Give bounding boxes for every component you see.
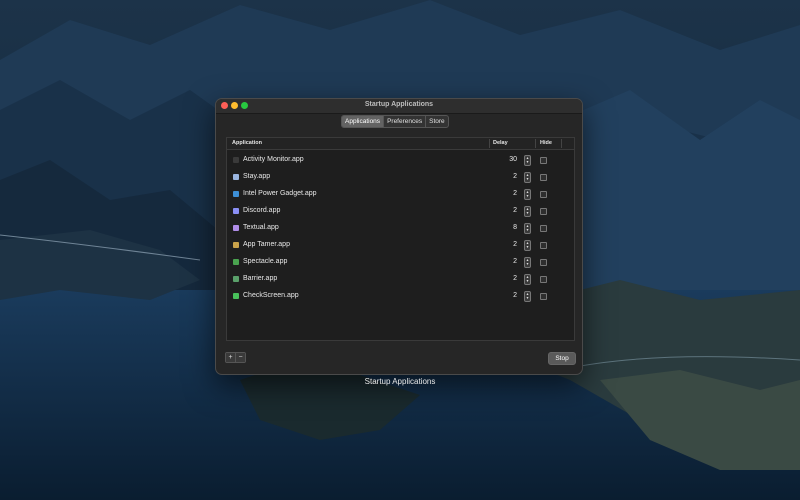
delay-stepper[interactable]: ▴ ▾ [524, 189, 531, 200]
tab-store[interactable]: Store [426, 116, 448, 127]
delay-stepper[interactable]: ▴ ▾ [524, 155, 531, 166]
app-name: Stay.app [243, 173, 271, 180]
delay-stepper[interactable]: ▴ ▾ [524, 257, 531, 268]
table-row[interactable]: Activity Monitor.app 30 ▴ ▾ [227, 153, 574, 169]
delay-value[interactable]: 2 [513, 292, 517, 299]
hide-checkbox[interactable] [540, 259, 547, 266]
table-row[interactable]: Discord.app 2 ▴ ▾ [227, 204, 574, 220]
delay-value[interactable]: 2 [513, 241, 517, 248]
column-divider [561, 139, 562, 148]
delay-value[interactable]: 2 [513, 275, 517, 282]
column-header-hide[interactable]: Hide [540, 140, 552, 146]
hide-checkbox[interactable] [540, 174, 547, 181]
app-name: Barrier.app [243, 275, 278, 282]
delay-value[interactable]: 2 [513, 190, 517, 197]
title-bar[interactable]: Startup Applications [216, 99, 582, 114]
tab-bar: Applications Preferences Store [341, 115, 449, 128]
hide-checkbox[interactable] [540, 293, 547, 300]
app-name: CheckScreen.app [243, 292, 299, 299]
hide-checkbox[interactable] [540, 276, 547, 283]
hide-checkbox[interactable] [540, 191, 547, 198]
textual-icon [233, 225, 239, 231]
table-header: Application Delay Hide [227, 138, 574, 150]
stay-icon [233, 174, 239, 180]
discord-icon [233, 208, 239, 214]
remove-app-button[interactable]: − [235, 353, 245, 362]
delay-stepper[interactable]: ▴ ▾ [524, 223, 531, 234]
app-name: Discord.app [243, 207, 281, 214]
app-name: Intel Power Gadget.app [243, 190, 317, 197]
add-app-button[interactable]: + [226, 353, 235, 362]
delay-value[interactable]: 2 [513, 207, 517, 214]
tab-preferences[interactable]: Preferences [384, 116, 427, 127]
app-name: Textual.app [243, 224, 279, 231]
intel-power-gadget-icon [233, 191, 239, 197]
stop-button[interactable]: Stop [548, 352, 576, 365]
hide-checkbox[interactable] [540, 242, 547, 249]
barrier-icon [233, 276, 239, 282]
window-title: Startup Applications [364, 101, 434, 108]
delay-stepper[interactable]: ▴ ▾ [524, 274, 531, 285]
table-row[interactable]: Intel Power Gadget.app 2 ▴ ▾ [227, 187, 574, 203]
spectacle-icon [233, 259, 239, 265]
add-remove-control: + − [225, 352, 246, 363]
column-header-delay[interactable]: Delay [493, 140, 508, 146]
hide-checkbox[interactable] [540, 208, 547, 215]
delay-value[interactable]: 30 [509, 156, 517, 163]
app-name: Activity Monitor.app [243, 156, 304, 163]
delay-stepper[interactable]: ▴ ▾ [524, 172, 531, 183]
checkscreen-icon [233, 293, 239, 299]
startup-applications-window: Startup Applications Applications Prefer… [215, 98, 583, 375]
hide-checkbox[interactable] [540, 157, 547, 164]
activity-monitor-icon [233, 157, 239, 163]
delay-stepper[interactable]: ▴ ▾ [524, 291, 531, 302]
table-row[interactable]: Spectacle.app 2 ▴ ▾ [227, 255, 574, 271]
table-row[interactable]: Barrier.app 2 ▴ ▾ [227, 272, 574, 288]
delay-stepper[interactable]: ▴ ▾ [524, 206, 531, 217]
column-divider [489, 139, 490, 148]
column-header-application[interactable]: Application [232, 140, 262, 146]
app-caption: Startup Applications [364, 377, 436, 386]
delay-value[interactable]: 8 [513, 224, 517, 231]
app-name: Spectacle.app [243, 258, 288, 265]
delay-value[interactable]: 2 [513, 173, 517, 180]
table-row[interactable]: App Tamer.app 2 ▴ ▾ [227, 238, 574, 254]
app-name: App Tamer.app [243, 241, 290, 248]
app-tamer-icon [233, 242, 239, 248]
delay-value[interactable]: 2 [513, 258, 517, 265]
delay-stepper[interactable]: ▴ ▾ [524, 240, 531, 251]
table-row[interactable]: Stay.app 2 ▴ ▾ [227, 170, 574, 186]
hide-checkbox[interactable] [540, 225, 547, 232]
applications-table: Application Delay Hide Activity Monitor.… [226, 137, 575, 341]
table-row[interactable]: Textual.app 8 ▴ ▾ [227, 221, 574, 237]
column-divider [535, 139, 536, 148]
table-row[interactable]: CheckScreen.app 2 ▴ ▾ [227, 289, 574, 305]
tab-applications[interactable]: Applications [342, 116, 385, 127]
